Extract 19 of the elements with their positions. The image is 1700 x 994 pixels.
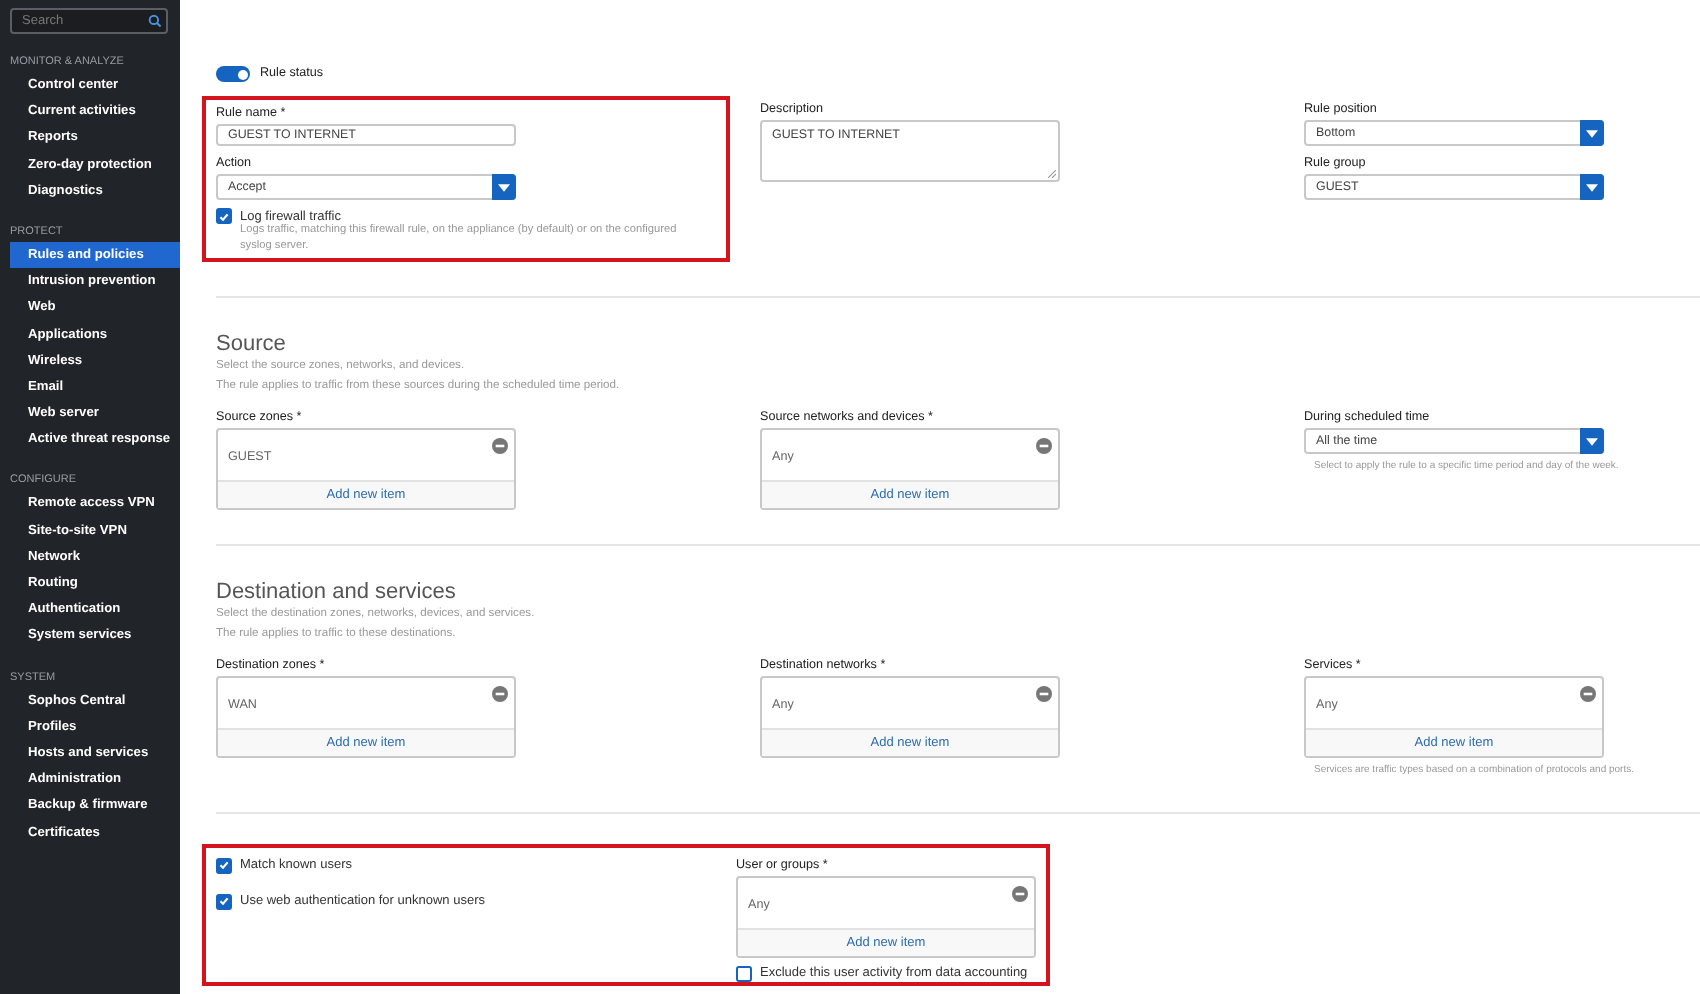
caret-icon xyxy=(1586,183,1598,191)
toggle-switch[interactable] xyxy=(216,66,250,82)
remove-icon[interactable] xyxy=(1036,686,1052,702)
remove-icon[interactable] xyxy=(492,686,508,702)
remove-icon[interactable] xyxy=(1036,438,1052,454)
caret-icon xyxy=(498,183,510,191)
remove-icon[interactable] xyxy=(1580,686,1596,702)
checkbox[interactable] xyxy=(736,965,752,981)
section-title: Destination and services xyxy=(216,580,458,606)
search-icon[interactable] xyxy=(148,14,162,28)
checkbox[interactable] xyxy=(216,208,232,224)
resize-grip-icon[interactable] xyxy=(1048,170,1056,178)
remove-icon[interactable] xyxy=(1012,885,1028,901)
checkbox[interactable] xyxy=(216,857,232,873)
remove-icon[interactable] xyxy=(492,438,508,454)
caret-icon xyxy=(1586,129,1598,137)
checkbox[interactable] xyxy=(216,893,232,909)
caret-icon xyxy=(1586,437,1598,445)
section-title: Source xyxy=(216,332,288,358)
